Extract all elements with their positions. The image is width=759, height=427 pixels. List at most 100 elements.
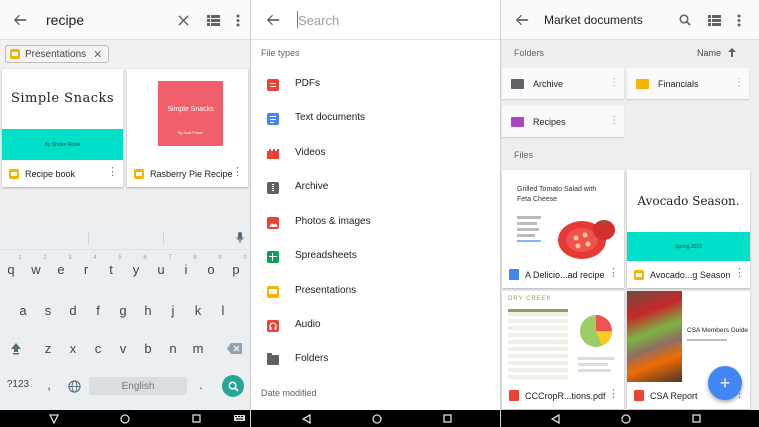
file-type-item-spreadsheets[interactable]: Spreadsheets [251,240,500,274]
nav-home-icon[interactable] [369,410,385,427]
keyboard-search-button[interactable] [222,375,244,397]
globe-icon[interactable] [66,378,82,394]
key-k[interactable]: k [187,303,209,318]
more-vert-icon[interactable]: ⋮ [107,167,118,178]
nav-back-icon[interactable] [299,410,315,427]
sort-label[interactable]: Name [697,48,721,58]
key-r[interactable]: r [75,262,97,277]
file-thumbnail: Simple Snacks By Shrine Rosie [2,69,123,160]
more-vert-icon[interactable]: ⋮ [232,167,243,178]
symbols-key[interactable]: ?123 [6,379,30,390]
more-vert-icon[interactable]: ⋮ [609,78,619,88]
thumbnail-byline: By Josie Parker [178,131,203,135]
nav-back-icon[interactable] [46,410,62,427]
more-vert-icon[interactable]: ⋮ [734,268,745,279]
file-card-recipe-book[interactable]: Simple Snacks By Shrine Rosie Recipe boo… [2,69,123,187]
file-card-avocado-season[interactable]: Avocado Season. Spring 2015 Avocado...g … [627,170,750,288]
key-a[interactable]: a [12,303,34,318]
more-vert-icon[interactable] [729,10,749,30]
key-i[interactable]: i [175,262,197,277]
file-type-item-archive[interactable]: Archive [251,171,500,205]
folder-icon [511,78,524,89]
key-b[interactable]: b [137,341,159,356]
file-type-item-audio[interactable]: Audio [251,309,500,343]
key-s[interactable]: s [37,303,59,318]
nav-recents-icon[interactable] [188,410,204,427]
key-c[interactable]: c [87,341,109,356]
nav-back-icon[interactable] [548,410,564,427]
key-p[interactable]: p [225,262,247,277]
more-vert-icon[interactable]: ⋮ [609,116,619,126]
backspace-icon[interactable] [224,340,244,356]
key-g[interactable]: g [112,303,134,318]
key-t[interactable]: t [100,262,122,277]
key-period[interactable]: . [190,377,212,392]
key-z[interactable]: z [37,341,59,356]
key-comma[interactable]: , [38,377,60,392]
key-x[interactable]: x [62,341,84,356]
file-thumbnail: Grilled Tomato Salad with Feta Cheese [502,170,624,261]
remove-chip-icon[interactable]: ✕ [93,48,102,61]
key-h[interactable]: h [137,303,159,318]
file-name: A Delicio...ad recipe [525,269,605,280]
key-v[interactable]: v [112,341,134,356]
search-icon[interactable] [675,10,695,30]
back-arrow-icon[interactable] [512,10,532,30]
file-type-item-text-documents[interactable]: Text documents [251,102,500,136]
thumbnail-text-line [578,369,611,372]
folder-financials[interactable]: Financials ⋮ [627,68,749,99]
key-q[interactable]: q [0,262,22,277]
nav-recents-icon[interactable] [439,410,455,427]
back-arrow-icon[interactable] [263,10,283,30]
file-type-label: Folders [295,353,329,364]
clear-icon[interactable] [173,10,193,30]
key-w[interactable]: w [25,262,47,277]
filter-chip-presentations[interactable]: Presentations ✕ [5,45,110,63]
section-header-folders: Folders [514,48,545,58]
presentation-icon [9,168,19,179]
more-vert-icon[interactable]: ⋮ [608,268,619,279]
list-view-icon[interactable] [704,10,724,30]
file-type-item-presentations[interactable]: Presentations [251,275,500,309]
nav-recents-icon[interactable] [688,410,704,427]
key-d[interactable]: d [62,303,84,318]
key-m[interactable]: m [187,341,209,356]
key-y[interactable]: y [125,262,147,277]
key-f[interactable]: f [87,303,109,318]
folder-recipes[interactable]: Recipes ⋮ [502,106,624,137]
search-input[interactable]: Search [298,13,339,28]
sort-arrow-up-icon[interactable] [726,46,738,58]
more-vert-icon[interactable] [228,10,248,30]
key-o[interactable]: o [200,262,222,277]
key-n[interactable]: n [162,341,184,356]
keyboard-hide-icon[interactable] [232,410,246,427]
archive-icon [267,182,279,194]
key-hint: 3 [68,255,72,261]
nav-home-icon[interactable] [117,410,133,427]
key-l[interactable]: l [212,303,234,318]
add-new-button[interactable]: + [708,366,742,400]
nav-home-icon[interactable] [618,410,634,427]
back-arrow-icon[interactable] [10,10,30,30]
file-type-item-folders[interactable]: Folders [251,343,500,377]
microphone-icon[interactable] [233,230,247,246]
file-type-item-pdfs[interactable]: PDFs [251,68,500,102]
space-key[interactable]: English [89,377,187,395]
search-query-input[interactable]: recipe [46,12,84,28]
more-vert-icon[interactable]: ⋮ [734,78,744,88]
thumbnail-table [508,309,568,379]
file-card-cccrop[interactable]: DRY CREEK CCCropR...tions.pdf ⋮ [502,291,624,409]
file-card-rasberry-pie[interactable]: Simple Snacks By Josie Parker Rasberry P… [127,69,248,187]
folder-archive[interactable]: Archive ⋮ [502,68,624,99]
file-type-item-videos[interactable]: Videos [251,137,500,171]
key-j[interactable]: j [162,303,184,318]
key-e[interactable]: e [50,262,72,277]
shift-icon[interactable] [6,339,26,357]
presentation-icon [634,269,644,280]
file-type-item-photos[interactable]: Photos & images [251,206,500,240]
more-vert-icon[interactable]: ⋮ [608,389,619,400]
file-thumbnail: Simple Snacks By Josie Parker [127,69,248,160]
key-u[interactable]: u [150,262,172,277]
list-view-icon[interactable] [203,10,223,30]
file-card-tomato-salad[interactable]: Grilled Tomato Salad with Feta Cheese A … [502,170,624,288]
